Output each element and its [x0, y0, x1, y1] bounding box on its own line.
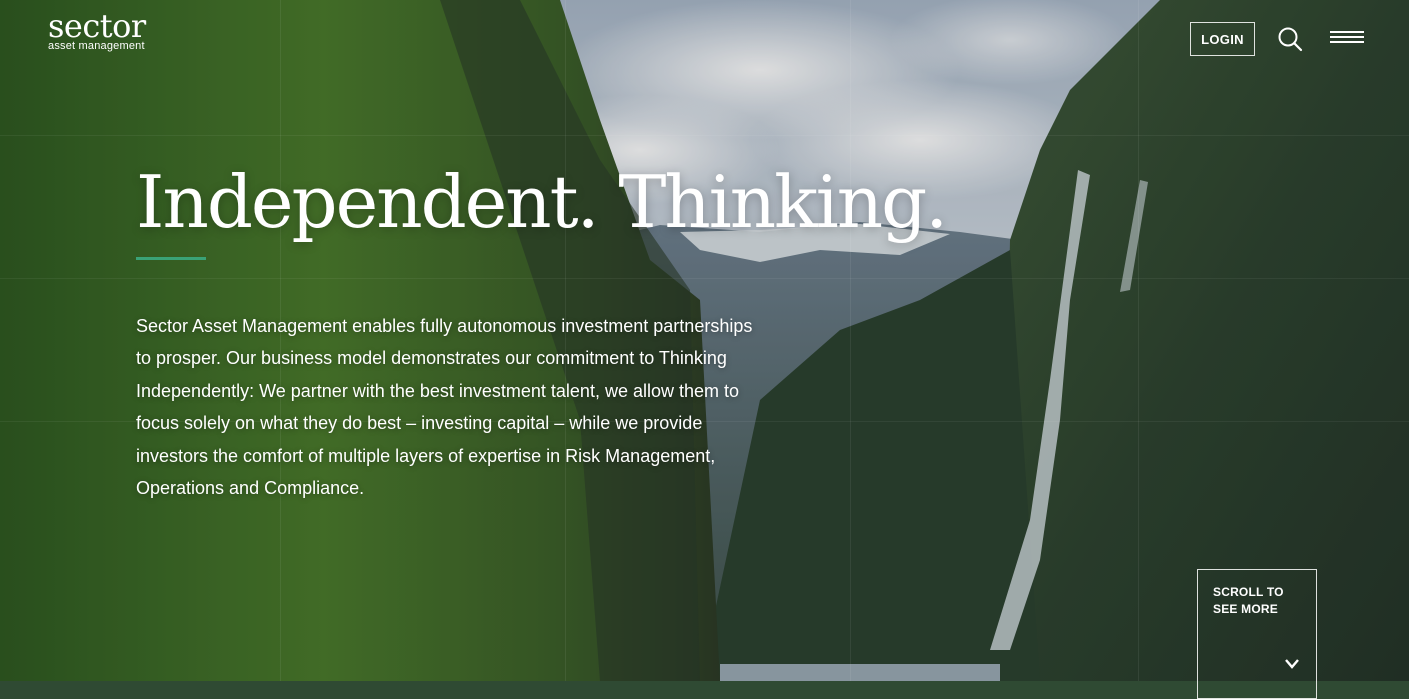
grid-line [1138, 0, 1139, 681]
chevron-down-icon [1285, 659, 1299, 669]
menu-button[interactable] [1330, 31, 1364, 49]
site-logo[interactable]: sector asset management [48, 10, 146, 52]
intro-paragraph: Sector Asset Management enables fully au… [136, 316, 753, 499]
search-icon [1278, 27, 1303, 52]
logo-wordmark: sector [48, 7, 146, 45]
scroll-label: SCROLL TO SEE MORE [1213, 585, 1284, 616]
headline-accent-bar [136, 257, 206, 260]
login-button[interactable]: LOGIN [1190, 22, 1255, 56]
logo-tagline: asset management [48, 40, 145, 52]
hamburger-menu-icon [1330, 31, 1364, 43]
page-headline: Independent. Thinking. [136, 160, 948, 244]
grid-line [850, 0, 851, 681]
grid-line [0, 278, 1409, 279]
search-button[interactable] [1277, 26, 1303, 52]
scroll-to-see-more-button[interactable]: SCROLL TO SEE MORE [1197, 569, 1317, 699]
grid-line [0, 135, 1409, 136]
